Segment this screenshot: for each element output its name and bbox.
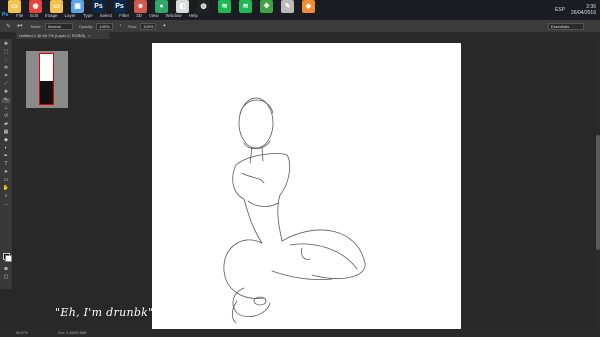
menu-item-layer[interactable]: Layer [65,13,76,18]
document-tab-title: Untitled-1 @ 66.7% (Layer 2, RGB/8) [19,33,86,38]
healing-tool-icon[interactable]: ✚ [2,90,10,95]
sketch-torso-left [232,164,263,244]
document-size-readout[interactable]: Doc: 2.49M/2.88M [58,329,87,337]
menu-item-select[interactable]: Select [100,13,113,18]
caption-overlay: "Eh, I'm drunbk" [55,306,154,319]
eraser-tool-icon[interactable]: ▰ [2,122,10,127]
sketch-right-thigh-inner [289,243,358,270]
eyedropper-tool-icon[interactable]: ⟋ [2,82,10,87]
flow-label: Flow: [127,23,138,29]
document-canvas[interactable] [152,43,461,331]
quick-select-tool-icon[interactable]: ✲ [2,66,10,71]
menu-item-type[interactable]: Type [83,13,93,18]
document-tab-bar: Untitled-1 @ 66.7% (Layer 2, RGB/8) × [14,32,600,39]
marquee-tool-icon[interactable]: ⬚ [2,50,10,55]
sketch-torso-right [277,194,283,242]
sketch-right-thigh [281,229,366,279]
mode-select[interactable]: Normal [44,22,73,30]
move-tool-icon[interactable]: ✥ [2,42,10,47]
history-brush-tool-icon[interactable]: ↺ [2,114,10,119]
menu-item-file[interactable]: File [16,13,23,18]
sketch-lap [271,270,333,280]
opacity-label: Opacity: [78,23,94,29]
quick-mask-icon[interactable]: ◙ [2,267,10,272]
close-tab-icon[interactable]: × [88,33,90,38]
brush-tool-icon[interactable]: ✎ [6,23,11,30]
navigator-view-box[interactable] [39,53,54,105]
status-bar: 66.67% Doc: 2.49M/2.88M [0,329,600,337]
hand-tool-icon[interactable]: ✋ [2,186,10,191]
more-tools-icon[interactable]: … [2,202,10,207]
tools-panel: ✥ ⬚ ◌ ✲ ⌗ ⟋ ✚ ✎ ⊥ ↺ ▰ ▦ ◆ ◐ ✒ T ➤ ▭ ✋ ⌕ … [0,39,13,289]
dodge-tool-icon[interactable]: ◐ [2,146,10,151]
brush-tool-icon[interactable]: ✎ [2,98,10,103]
gradient-tool-icon[interactable]: ▦ [2,130,10,135]
shape-tool-icon[interactable]: ▭ [2,178,10,183]
lasso-tool-icon[interactable]: ◌ [2,58,10,63]
menu-item-edit[interactable]: Edit [30,13,38,18]
sketch-drawing [223,97,366,324]
type-tool-icon[interactable]: T [2,162,10,167]
document-tab[interactable]: Untitled-1 @ 66.7% (Layer 2, RGB/8) × [16,32,109,39]
menu-item-help[interactable]: Help [189,13,198,18]
mode-label: Mode: [30,23,42,29]
blur-tool-icon[interactable]: ◆ [2,138,10,143]
stamp-tool-icon[interactable]: ⊥ [2,106,10,111]
menu-item-image[interactable]: Image [45,13,58,18]
path-select-tool-icon[interactable]: ➤ [2,170,10,175]
sketch-left-thigh [223,239,265,299]
menu-items: File Edit Image Layer Type Select Filter 3D View… [16,13,205,18]
zoom-readout[interactable]: 66.67% [16,329,28,337]
flow-input[interactable]: 100% [140,22,157,30]
taskbar-apps: ▭ ◉ ▭ ▣ Ps Ps ☻ ● ◧ ◍ ≋ ≋ ✤ ✎ ◆ [0,0,315,13]
crop-tool-icon[interactable]: ⌗ [2,74,10,79]
sketch-waist [247,200,279,207]
menu-item-filter[interactable]: Filter [119,13,129,18]
sketch-head-stroke [239,99,274,116]
menu-item-window[interactable]: Window [166,13,182,18]
sketch-chest [241,172,265,184]
menu-item-3d[interactable]: 3D [136,13,142,18]
pen-tool-icon[interactable]: ✒ [2,154,10,159]
workspace-select[interactable]: Essentials [548,23,584,30]
vertical-scrollbar-thumb[interactable] [596,135,600,250]
background-color-swatch[interactable] [5,255,12,262]
airbrush-icon[interactable]: ✦ [162,23,166,29]
photoshop-logo: Ps [2,12,9,18]
screen-mode-icon[interactable]: ▢ [2,275,10,280]
navigator-thumbnail[interactable] [26,51,68,108]
sketch-detail [301,247,311,260]
menu-item-view[interactable]: View [149,13,159,18]
pressure-opacity-icon[interactable]: ◔ [119,23,122,29]
vertical-scrollbar[interactable] [596,39,600,329]
menu-bar: Ps File Edit Image Layer Type Select Filter 3D V… [0,11,600,20]
brush-preset-icon[interactable]: ●▾ [17,23,23,29]
zoom-tool-icon[interactable]: ⌕ [2,194,10,199]
opacity-input[interactable]: 100% [96,22,113,30]
sketch-knee [232,287,271,317]
